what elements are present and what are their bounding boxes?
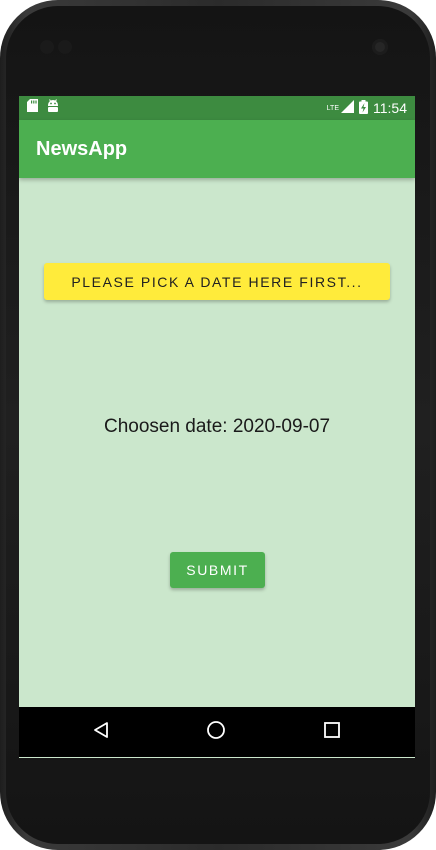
status-bar: LTE 11:54 xyxy=(19,96,415,120)
status-time: 11:54 xyxy=(373,100,407,116)
recents-icon xyxy=(324,721,340,743)
pick-date-button[interactable]: PLEASE PICK A DATE HERE FIRST... xyxy=(44,263,390,300)
battery-charging-icon xyxy=(359,99,368,117)
android-icon xyxy=(46,99,60,117)
front-camera xyxy=(372,39,388,55)
navigation-bar xyxy=(19,707,415,757)
back-button[interactable] xyxy=(71,707,131,757)
speaker-dot xyxy=(58,40,72,54)
sd-card-icon xyxy=(27,99,38,117)
speaker-dot xyxy=(40,40,54,54)
recents-button[interactable] xyxy=(302,707,362,757)
app-title: NewsApp xyxy=(36,137,128,160)
network-type-label: LTE xyxy=(326,104,339,112)
app-bar: NewsApp xyxy=(19,120,415,178)
signal-icon xyxy=(341,100,354,116)
phone-screen: LTE 11:54 NewsApp PLEASE PICK A DATE HER… xyxy=(19,96,415,758)
submit-button[interactable]: SUBMIT xyxy=(170,552,265,588)
home-icon xyxy=(206,720,226,745)
chosen-date-label: Choosen date: 2020-09-07 xyxy=(103,416,331,437)
home-button[interactable] xyxy=(186,707,246,757)
back-icon xyxy=(92,721,110,744)
